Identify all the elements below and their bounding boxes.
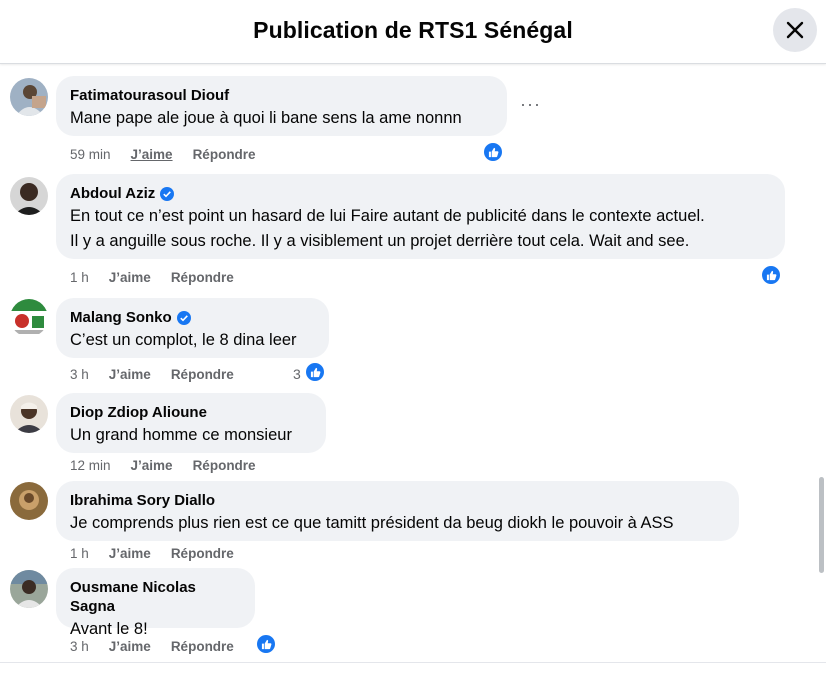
like-button[interactable]: J’aime [131, 147, 173, 163]
comment-author[interactable]: Abdoul Aziz [70, 184, 155, 203]
avatar[interactable] [10, 482, 48, 520]
like-reaction-icon[interactable] [255, 633, 277, 655]
comment-actions: 1 h J’aime Répondre [70, 546, 234, 562]
like-button[interactable]: J’aime [109, 367, 151, 383]
like-button[interactable]: J’aime [109, 546, 151, 562]
comment-text: Je comprends plus rien est ce que tamitt… [70, 514, 674, 532]
like-button[interactable]: J’aime [131, 458, 173, 474]
comment-actions: 12 min J’aime Répondre [70, 458, 256, 474]
like-button[interactable]: J’aime [109, 639, 151, 655]
more-options-icon[interactable]: ··· [520, 94, 541, 115]
like-reaction-icon[interactable] [760, 264, 782, 286]
comment-author[interactable]: Ousmane Nicolas Sagna [70, 578, 241, 616]
comment-time[interactable]: 3 h [70, 639, 89, 655]
comment-actions: 59 min J’aime Répondre [70, 147, 256, 163]
comment-bubble: Malang Sonko C’est un complot, le 8 dina… [56, 298, 329, 358]
comment-actions: 3 h J’aime Répondre [70, 367, 234, 383]
reply-button[interactable]: Répondre [171, 639, 234, 655]
reply-button[interactable]: Répondre [193, 147, 256, 163]
avatar[interactable] [10, 570, 48, 608]
comment-time[interactable]: 59 min [70, 147, 111, 163]
comment-author[interactable]: Ibrahima Sory Diallo [70, 491, 215, 510]
verified-badge-icon [160, 186, 175, 201]
avatar[interactable] [10, 395, 48, 433]
comment-author[interactable]: Diop Zdiop Alioune [70, 403, 207, 422]
comment-time[interactable]: 1 h [70, 270, 89, 286]
comment-author[interactable]: Malang Sonko [70, 308, 172, 327]
comment-actions: 1 h J’aime Répondre [70, 270, 234, 286]
avatar[interactable] [10, 177, 48, 215]
comment-text: Il y a anguille sous roche. Il y a visib… [70, 232, 690, 250]
comment-bubble: Diop Zdiop Alioune Un grand homme ce mon… [56, 393, 326, 453]
comment-bubble: Ibrahima Sory Diallo Je comprends plus r… [56, 481, 739, 541]
avatar[interactable] [10, 299, 48, 337]
like-button[interactable]: J’aime [109, 270, 151, 286]
comment-text: En tout ce n’est point un hasard de lui … [70, 207, 705, 225]
comment-text: Un grand homme ce monsieur [70, 426, 292, 444]
like-reaction-icon[interactable] [304, 361, 326, 383]
verified-badge-icon [176, 310, 191, 325]
comment-author[interactable]: Fatimatourasoul Diouf [70, 86, 229, 105]
dialog-title: Publication de RTS1 Sénégal [253, 17, 573, 43]
reply-button[interactable]: Répondre [171, 270, 234, 286]
comment-actions: 3 h J’aime Répondre [70, 639, 234, 655]
comment-time[interactable]: 1 h [70, 546, 89, 562]
close-icon [786, 21, 804, 39]
reply-button[interactable]: Répondre [171, 546, 234, 562]
divider [0, 662, 826, 663]
avatar[interactable] [10, 78, 48, 116]
comment-text: Mane pape ale joue à quoi li bane sens l… [70, 109, 462, 127]
comment-time[interactable]: 12 min [70, 458, 111, 474]
close-button[interactable] [773, 8, 817, 52]
comment-bubble: Ousmane Nicolas Sagna Avant le 8! [56, 568, 255, 638]
comment-bubble: Fatimatourasoul Diouf Mane pape ale joue… [56, 76, 507, 136]
dialog-header: Publication de RTS1 Sénégal [0, 0, 826, 64]
comment-bubble: Abdoul Aziz En tout ce n’est point un ha… [56, 174, 785, 259]
reply-button[interactable]: Répondre [193, 458, 256, 474]
reply-button[interactable]: Répondre [171, 367, 234, 383]
scrollbar[interactable] [819, 477, 824, 573]
comment-text: Avant le 8! [70, 620, 148, 638]
reaction-count[interactable]: 3 [293, 366, 301, 382]
comment-time[interactable]: 3 h [70, 367, 89, 383]
like-reaction-icon[interactable] [482, 141, 504, 163]
comment-text: C’est un complot, le 8 dina leer [70, 331, 297, 349]
